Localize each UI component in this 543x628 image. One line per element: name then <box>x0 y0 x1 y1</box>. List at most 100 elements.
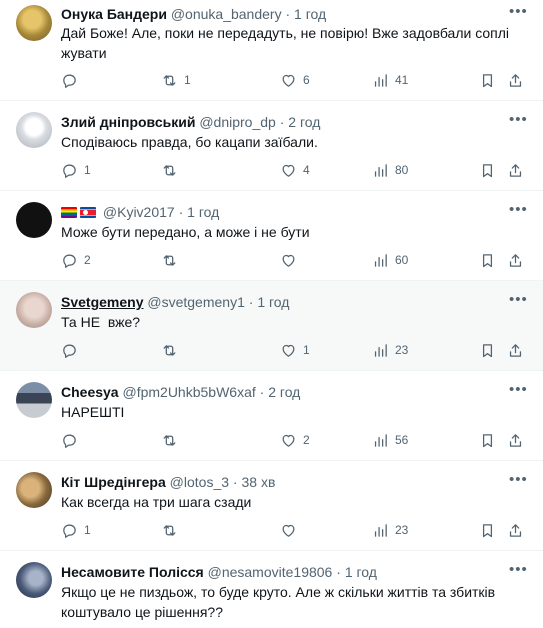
reply-icon <box>63 344 76 358</box>
reply-button[interactable]: 1 <box>61 520 91 540</box>
views-button[interactable]: 41 <box>372 70 408 90</box>
reply-button[interactable]: 1 <box>61 160 91 180</box>
more-options-icon[interactable]: ••• <box>509 292 527 311</box>
display-name[interactable]: Онука Бандери <box>61 6 167 22</box>
reply-button[interactable] <box>61 340 84 360</box>
views-chart-icon <box>374 253 387 267</box>
handle[interactable]: @Kyiv2017 <box>103 204 175 220</box>
timestamp[interactable]: 2 год <box>288 114 320 130</box>
avatar[interactable] <box>16 562 52 598</box>
action-bar: 1 23 <box>61 520 527 540</box>
separator: · <box>248 294 254 310</box>
bookmark-button[interactable] <box>479 160 496 180</box>
avatar[interactable] <box>16 472 52 508</box>
replies-feed: Онука Бандери @onuka_bandery · 1 год •••… <box>0 0 543 628</box>
more-options-icon[interactable]: ••• <box>509 472 527 491</box>
avatar[interactable] <box>16 382 52 418</box>
bookmark-button[interactable] <box>479 70 496 90</box>
tweet-text: Може бути передано, а може і не бути <box>61 224 310 240</box>
timestamp[interactable]: 1 год <box>257 294 289 310</box>
reply-button[interactable] <box>61 70 84 90</box>
avatar[interactable] <box>16 112 52 148</box>
handle[interactable]: @lotos_3 <box>170 474 229 490</box>
like-button[interactable]: 2 <box>280 430 310 450</box>
reply-button[interactable]: 2 <box>61 250 91 270</box>
share-button[interactable] <box>507 520 524 540</box>
views-button[interactable]: 56 <box>372 430 408 450</box>
reply-tweet[interactable]: Злий дніпровський @dnipro_dp · 2 год •••… <box>0 101 543 191</box>
more-options-icon[interactable]: ••• <box>509 202 527 221</box>
view-count: 56 <box>395 433 409 447</box>
handle[interactable]: @fpm2Uhkb5bW6xaf <box>122 384 255 400</box>
avatar[interactable] <box>16 292 52 328</box>
reply-icon <box>63 434 76 448</box>
reply-tweet[interactable]: Несамовите Полісся @nesamovite19806 · 1 … <box>0 551 543 628</box>
views-button[interactable]: 80 <box>372 160 408 180</box>
share-button[interactable] <box>507 70 524 90</box>
share-button[interactable] <box>507 430 524 450</box>
retweet-icon <box>163 254 176 266</box>
display-name[interactable]: Несамовите Полісся <box>61 564 204 580</box>
like-button[interactable]: 1 <box>280 340 310 360</box>
handle[interactable]: @nesamovite19806 <box>208 564 333 580</box>
bookmark-button[interactable] <box>479 340 496 360</box>
display-name[interactable]: Злий дніпровський <box>61 114 195 130</box>
views-button[interactable]: 23 <box>372 340 408 360</box>
display-name[interactable]: Кіт Шредінгера <box>61 474 166 490</box>
display-name[interactable]: Svetgemeny <box>61 294 143 310</box>
views-button[interactable]: 60 <box>372 250 408 270</box>
reply-button[interactable] <box>61 430 84 450</box>
reply-tweet[interactable]: Svetgemeny @svetgemeny1 · 1 год ••• Та Н… <box>0 281 543 371</box>
bookmark-button[interactable] <box>479 430 496 450</box>
like-count: 6 <box>303 73 310 87</box>
retweet-button[interactable]: 1 <box>161 70 191 90</box>
view-count: 41 <box>395 73 409 87</box>
like-button[interactable] <box>280 520 303 540</box>
view-count: 23 <box>395 343 409 357</box>
retweet-button[interactable] <box>161 160 184 180</box>
retweet-button[interactable] <box>161 520 184 540</box>
reply-tweet[interactable]: Cheesya @fpm2Uhkb5bW6xaf · 2 год ••• НАР… <box>0 371 543 461</box>
more-options-icon[interactable]: ••• <box>509 112 527 131</box>
more-options-icon[interactable]: ••• <box>509 4 527 23</box>
reply-tweet[interactable]: Кіт Шредінгера @lotos_3 · 38 хв ••• Как … <box>0 461 543 551</box>
display-name[interactable]: Cheesya <box>61 384 119 400</box>
timestamp[interactable]: 38 хв <box>241 474 275 490</box>
like-button[interactable] <box>280 250 303 270</box>
avatar[interactable] <box>16 5 52 41</box>
share-button[interactable] <box>507 340 524 360</box>
timestamp[interactable]: 1 год <box>345 564 377 580</box>
share-button[interactable] <box>507 250 524 270</box>
handle[interactable]: @onuka_bandery <box>171 6 282 22</box>
bookmark-button[interactable] <box>479 250 496 270</box>
retweet-icon <box>163 434 176 446</box>
bookmark-icon <box>482 433 493 447</box>
handle[interactable]: @dnipro_dp <box>199 114 276 130</box>
tweet-text: Сподіваюсь правда, бо кацапи заїбали. <box>61 134 318 150</box>
tweet-header: Несамовите Полісся @nesamovite19806 · 1 … <box>61 563 377 581</box>
action-bar: 1 23 <box>61 340 527 360</box>
timestamp[interactable]: 2 год <box>268 384 300 400</box>
timestamp[interactable]: 1 год <box>294 6 326 22</box>
heart-icon <box>282 434 295 447</box>
reply-tweet[interactable]: @Kyiv2017 · 1 год ••• Може бути передано… <box>0 191 543 281</box>
views-chart-icon <box>374 163 387 177</box>
share-button[interactable] <box>507 160 524 180</box>
more-options-icon[interactable]: ••• <box>509 562 527 581</box>
retweet-button[interactable] <box>161 430 184 450</box>
handle[interactable]: @svetgemeny1 <box>147 294 244 310</box>
like-button[interactable]: 6 <box>280 70 310 90</box>
timestamp[interactable]: 1 год <box>187 204 219 220</box>
share-icon <box>509 343 522 357</box>
reply-tweet[interactable]: Онука Бандери @onuka_bandery · 1 год •••… <box>0 0 543 101</box>
bookmark-button[interactable] <box>479 520 496 540</box>
more-options-icon[interactable]: ••• <box>509 382 527 401</box>
views-button[interactable]: 23 <box>372 520 408 540</box>
tweet-text: НАРЕШТІ <box>61 404 125 420</box>
retweet-button[interactable] <box>161 250 184 270</box>
like-button[interactable]: 4 <box>280 160 310 180</box>
retweet-button[interactable] <box>161 340 184 360</box>
avatar[interactable] <box>16 202 52 238</box>
reply-icon <box>63 164 76 178</box>
bookmark-icon <box>482 253 493 267</box>
